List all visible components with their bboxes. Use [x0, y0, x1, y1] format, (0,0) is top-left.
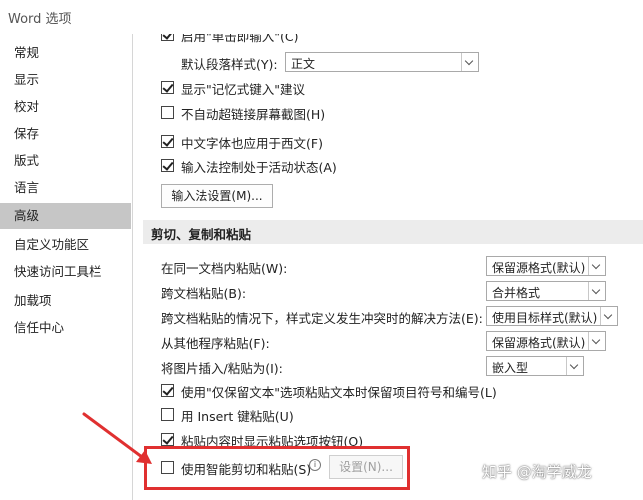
- annotation-arrow: [82, 412, 152, 464]
- watermark: 知乎 @淘学威龙: [482, 463, 592, 481]
